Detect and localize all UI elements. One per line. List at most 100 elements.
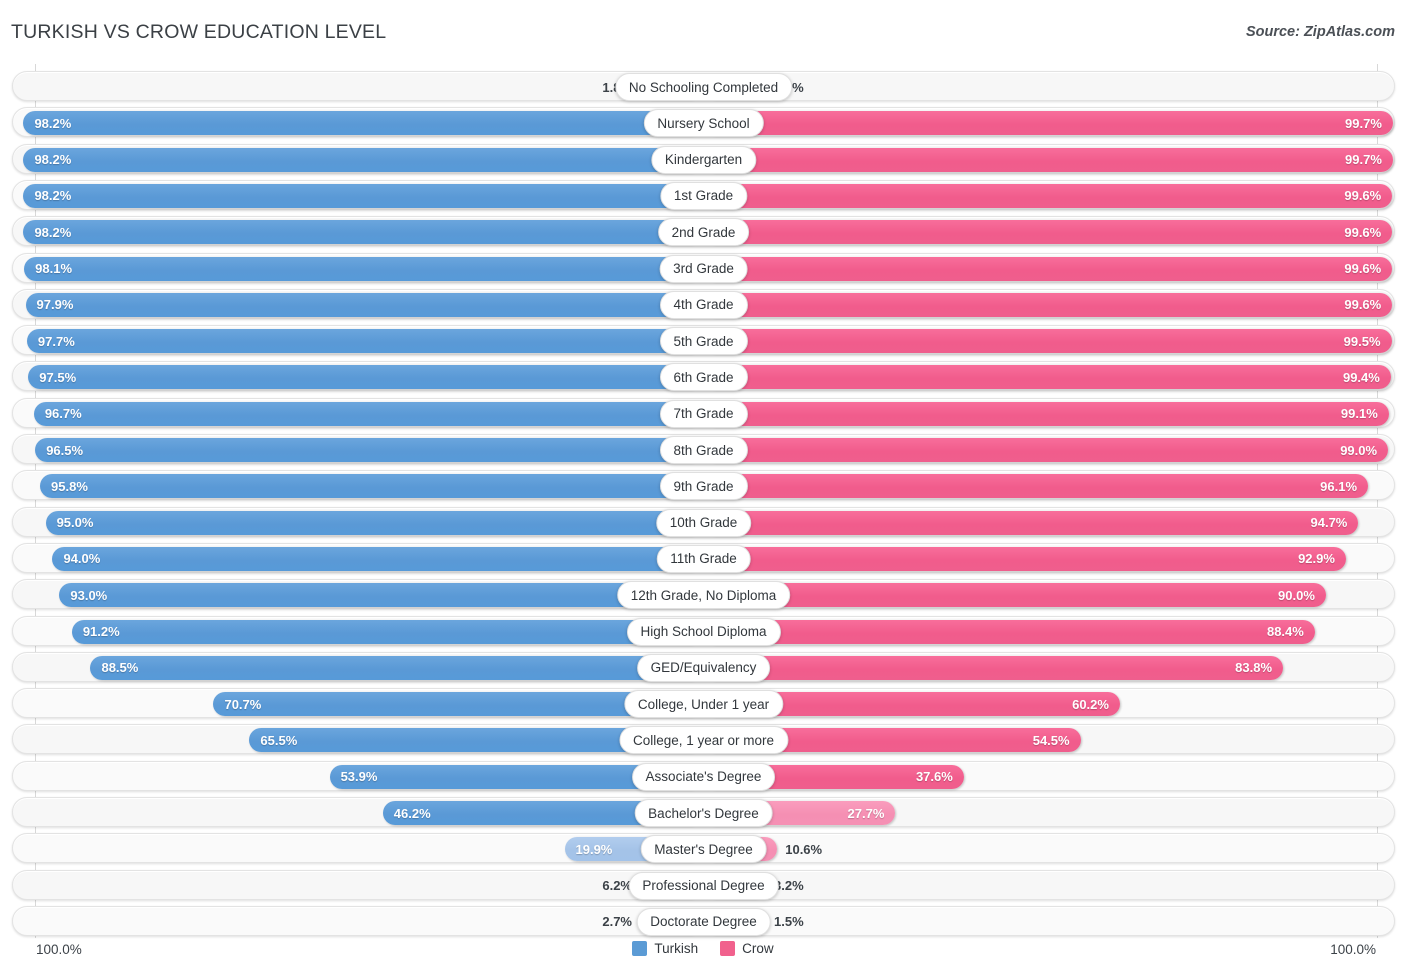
bar-turkish: 97.9% xyxy=(25,292,702,317)
bar-value-turkish: 97.5% xyxy=(39,369,77,385)
category-label: 1st Grade xyxy=(659,181,748,210)
bar-crow: 99.6% xyxy=(704,292,1393,317)
bar-value-turkish: 93.0% xyxy=(70,587,108,603)
table-row[interactable]: 97.7% 99.5% 5th Grade xyxy=(12,325,1395,356)
bar-value-turkish: 98.2% xyxy=(34,115,72,131)
bar-value-crow: 1.5% xyxy=(774,914,804,930)
bar-value-turkish: 95.8% xyxy=(51,478,88,494)
chart-plot-area: 1.8%1.6%No Schooling Completed 98.2% 99.7%… xyxy=(0,64,1406,938)
table-row[interactable]: 97.9% 99.6% 4th Grade xyxy=(12,288,1395,319)
table-row[interactable]: 93.0% 90.0% 12th Grade, No Diploma xyxy=(12,579,1395,610)
legend-swatch-icon xyxy=(720,941,736,956)
bar-value-crow: 99.6% xyxy=(1344,297,1382,313)
bar-turkish: 97.7% xyxy=(26,329,702,354)
category-label: Nursery School xyxy=(643,109,764,138)
table-row[interactable]: 46.2% 27.7% Bachelor's Degree xyxy=(12,797,1395,827)
category-label: 11th Grade xyxy=(656,544,751,573)
category-label: College, 1 year or more xyxy=(618,726,789,755)
legend-item[interactable]: Crow xyxy=(720,941,774,956)
table-row[interactable]: 98.2% 99.7% Kindergarten xyxy=(12,143,1395,174)
bar-turkish: 91.2% xyxy=(71,619,702,644)
table-row[interactable]: 91.2% 88.4% High School Diploma xyxy=(12,615,1395,646)
category-label: 2nd Grade xyxy=(657,218,750,247)
bar-value-turkish: 19.9% xyxy=(575,841,613,857)
bar-turkish: 97.5% xyxy=(28,365,702,390)
legend-label: Turkish xyxy=(654,941,699,956)
bar-turkish: 94.0% xyxy=(52,546,702,571)
table-row[interactable]: 98.1% 99.6% 3rd Grade xyxy=(12,252,1395,283)
bar-value-turkish: 53.9% xyxy=(340,769,378,785)
bar-crow: 99.7% xyxy=(704,111,1393,136)
bar-value-turkish: 97.9% xyxy=(36,297,74,313)
table-row[interactable]: 96.5% 99.0% 8th Grade xyxy=(12,434,1395,464)
category-label: Doctorate Degree xyxy=(636,907,771,936)
bar-value-turkish: 95.0% xyxy=(56,515,94,531)
table-row[interactable]: 98.2% 99.6% 1st Grade xyxy=(12,179,1395,210)
bar-value-crow: 99.6% xyxy=(1344,224,1382,240)
bar-turkish: 88.5% xyxy=(90,655,702,680)
bar-value-turkish: 46.2% xyxy=(393,805,431,821)
table-row[interactable]: 98.2% 99.6% 2nd Grade xyxy=(12,216,1395,247)
bar-value-turkish: 94.0% xyxy=(63,551,101,567)
bar-crow: 99.4% xyxy=(704,365,1391,390)
bar-crow: 99.1% xyxy=(704,401,1389,426)
table-row[interactable]: 88.5% 83.8% GED/Equivalency xyxy=(12,651,1395,682)
category-label: 8th Grade xyxy=(659,436,748,464)
bar-value-crow: 10.6% xyxy=(785,841,823,857)
chart-footer: 100.0% 100.0% Turkish Crow xyxy=(0,938,1406,968)
table-row[interactable]: 98.2% 99.7% Nursery School xyxy=(12,107,1395,138)
bar-crow: 83.8% xyxy=(704,655,1284,680)
table-row[interactable]: 94.0% 92.9% 11th Grade xyxy=(12,542,1395,573)
bar-value-turkish: 98.2% xyxy=(34,224,72,240)
bar-value-crow: 99.6% xyxy=(1344,261,1382,276)
table-row[interactable]: 2.7% 1.5% Doctorate Degree xyxy=(12,905,1395,936)
bar-turkish: 96.7% xyxy=(33,401,702,426)
category-label: 3rd Grade xyxy=(659,254,748,283)
bar-value-crow: 90.0% xyxy=(1278,587,1315,603)
legend-item[interactable]: Turkish xyxy=(632,941,698,956)
category-label: Bachelor's Degree xyxy=(634,799,773,827)
bar-value-crow: 99.4% xyxy=(1342,369,1380,385)
category-label: Associate's Degree xyxy=(631,762,776,791)
category-label: 10th Grade xyxy=(655,508,752,537)
bar-value-turkish: 98.2% xyxy=(34,188,72,204)
bar-value-crow: 3.2% xyxy=(774,878,804,894)
bar-value-turkish: 2.7% xyxy=(602,914,632,930)
bar-value-crow: 60.2% xyxy=(1072,696,1109,712)
bar-value-turkish: 98.1% xyxy=(35,261,73,276)
bar-turkish: 96.5% xyxy=(35,438,702,462)
table-row[interactable]: 95.8% 96.1% 9th Grade xyxy=(12,470,1395,501)
bar-value-turkish: 96.7% xyxy=(44,406,82,422)
bar-turkish: 93.0% xyxy=(59,583,702,608)
table-row[interactable]: 1.8%1.6%No Schooling Completed xyxy=(12,71,1395,101)
bar-value-crow: 83.8% xyxy=(1235,660,1273,676)
category-label: 9th Grade xyxy=(659,472,748,501)
bar-value-turkish: 91.2% xyxy=(82,624,120,639)
bar-value-crow: 96.1% xyxy=(1320,478,1358,494)
bar-crow: 92.9% xyxy=(704,546,1346,571)
bar-value-crow: 99.1% xyxy=(1340,406,1378,422)
bar-value-crow: 27.7% xyxy=(847,805,885,821)
category-label: High School Diploma xyxy=(626,617,781,646)
table-row[interactable]: 6.2% 3.2% Professional Degree xyxy=(12,869,1395,900)
bar-crow: 96.1% xyxy=(704,474,1369,499)
category-label: GED/Equivalency xyxy=(636,653,771,682)
table-row[interactable]: 53.9% 37.6% Associate's Degree xyxy=(12,760,1395,791)
table-row[interactable]: 95.0% 94.7% 10th Grade xyxy=(12,506,1395,537)
bar-value-crow: 99.7% xyxy=(1345,115,1382,131)
legend-swatch-icon xyxy=(632,941,648,956)
table-row[interactable]: 19.9% 10.6% Master's Degree xyxy=(12,833,1395,864)
bar-value-crow: 94.7% xyxy=(1310,515,1348,531)
bar-value-crow: 88.4% xyxy=(1266,624,1304,639)
bar-value-turkish: 96.5% xyxy=(46,442,84,458)
bar-turkish: 98.1% xyxy=(24,256,702,281)
category-label: 6th Grade xyxy=(659,363,748,392)
table-row[interactable]: 97.5% 99.4% 6th Grade xyxy=(12,361,1395,392)
table-row[interactable]: 65.5% 54.5% College, 1 year or more xyxy=(12,724,1395,755)
page-title: TURKISH VS CROW EDUCATION LEVEL xyxy=(11,21,387,43)
table-row[interactable]: 96.7% 99.1% 7th Grade xyxy=(12,397,1395,428)
bar-crow: 99.6% xyxy=(704,256,1393,281)
chart-legend: Turkish Crow xyxy=(0,941,1406,956)
table-row[interactable]: 70.7% 60.2% College, Under 1 year xyxy=(12,688,1395,719)
source-attribution: Source: ZipAtlas.com xyxy=(1245,24,1395,40)
